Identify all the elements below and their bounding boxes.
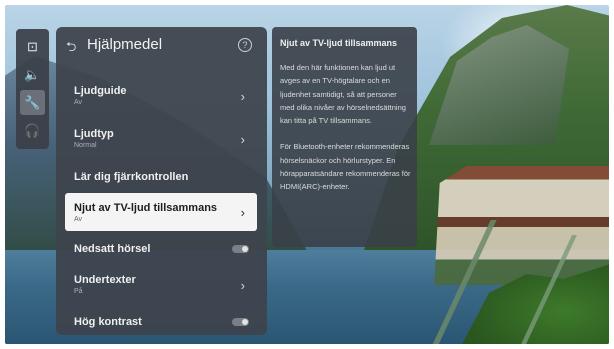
- menu-item-hog-kontrast[interactable]: Hög kontrast: [65, 311, 257, 333]
- chevron-right-icon: ›: [240, 89, 245, 104]
- menu-item-value: Av: [74, 99, 83, 106]
- page-title: Hjälpmedel: [87, 36, 163, 53]
- sound-icon[interactable]: 🔈: [20, 62, 45, 87]
- info-panel: Njut av TV-ljud tillsammans Med den här …: [272, 27, 417, 247]
- menu-item-lar-dig-fjarrkontrollen[interactable]: Lär dig fjärrkontrollen: [65, 165, 257, 189]
- wrench-icon[interactable]: 🔧: [20, 90, 45, 115]
- menu-item-value: På: [74, 288, 83, 295]
- menu-item-label: Lär dig fjärrkontrollen: [74, 171, 189, 183]
- menu-item-label: Njut av TV-ljud tillsammans: [74, 202, 218, 214]
- menu-item-label: Ljudguide: [74, 85, 127, 97]
- toggle-switch[interactable]: [232, 245, 249, 253]
- info-paragraph-1: Med den här funktionen kan ljud ut avges…: [280, 63, 406, 126]
- chevron-right-icon: ›: [240, 278, 245, 293]
- chevron-right-icon: ›: [240, 132, 245, 147]
- menu-item-label: Undertexter: [74, 274, 136, 286]
- info-description: Med den här funktionen kan ljud ut avges…: [280, 61, 411, 194]
- background-cliffs: [429, 25, 569, 145]
- menu-item-value: Av: [74, 216, 83, 223]
- settings-category-bar: ⊡ 🔈 🔧 🎧: [16, 29, 49, 149]
- menu-item-nedsatt-horsel[interactable]: Nedsatt hörsel: [65, 238, 257, 260]
- toggle-switch[interactable]: [232, 318, 249, 326]
- picture-icon[interactable]: ⊡: [20, 34, 45, 59]
- menu-item-label: Ljudtyp: [74, 128, 114, 140]
- menu-item-label: Nedsatt hörsel: [74, 243, 151, 255]
- chevron-right-icon: ›: [240, 205, 245, 220]
- back-icon[interactable]: ⮌: [66, 38, 76, 60]
- menu-item-value: Normal: [74, 142, 97, 149]
- help-icon[interactable]: ?: [238, 38, 252, 52]
- menu-item-undertexter[interactable]: Undertexter På ›: [65, 268, 257, 302]
- info-paragraph-2: För Bluetooth-enheter rekommenderas hörs…: [280, 142, 411, 192]
- headset-icon[interactable]: 🎧: [20, 118, 45, 143]
- accessibility-menu-panel: ⮌ Hjälpmedel ? Ljudguide Av › Ljudtyp No…: [56, 27, 267, 335]
- menu-item-njut-av-tv-ljud[interactable]: Njut av TV-ljud tillsammans Av ›: [65, 193, 257, 231]
- info-title: Njut av TV-ljud tillsammans: [280, 38, 398, 48]
- menu-item-label: Hög kontrast: [74, 316, 142, 328]
- menu-item-ljudguide[interactable]: Ljudguide Av ›: [65, 79, 257, 113]
- menu-item-ljudtyp[interactable]: Ljudtyp Normal ›: [65, 122, 257, 156]
